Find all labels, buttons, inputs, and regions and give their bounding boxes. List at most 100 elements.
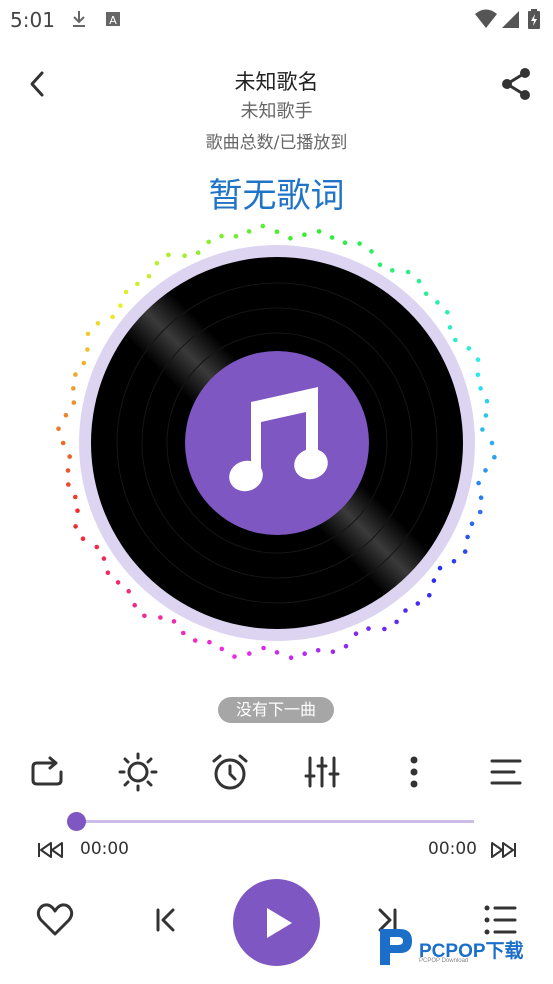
- signal-icon: [502, 11, 519, 28]
- visualizer-dot: [135, 281, 140, 287]
- repeat-icon: [31, 756, 63, 786]
- visualizer-dot: [123, 289, 129, 295]
- visualizer-dot: [357, 241, 362, 246]
- visualizer-dot: [451, 559, 457, 564]
- rewind-button[interactable]: [36, 840, 66, 860]
- heart-icon: [36, 903, 74, 936]
- visualizer-dot: [431, 578, 437, 583]
- visualizer-dot: [73, 372, 78, 377]
- visualizer-dot: [342, 240, 348, 245]
- visualizer-dot: [110, 314, 115, 320]
- previous-button[interactable]: [141, 895, 191, 945]
- battery-icon: [528, 9, 540, 29]
- progress-thumb[interactable]: [67, 812, 86, 831]
- visualizer-dot: [195, 250, 201, 255]
- visualizer-dot: [246, 229, 252, 234]
- visualizer-dot: [73, 494, 78, 500]
- visualizer-dot: [366, 626, 371, 631]
- menu-button[interactable]: [484, 750, 528, 794]
- visualizer-dot: [71, 400, 77, 405]
- visualizer-dot: [115, 580, 121, 585]
- visualizer-dot: [207, 639, 212, 645]
- play-icon: [266, 907, 292, 938]
- visualizer-dot: [274, 650, 280, 655]
- visualizer-dot: [66, 482, 71, 487]
- play-button[interactable]: [233, 879, 320, 966]
- more-button[interactable]: [392, 750, 436, 794]
- pcpop-logo: [380, 929, 412, 965]
- visualizer-dot: [382, 626, 387, 632]
- visualizer-dot: [233, 234, 239, 239]
- visualizer-dot: [288, 236, 293, 241]
- visualizer-dot: [154, 261, 160, 266]
- visualizer-dot: [75, 508, 80, 513]
- visualizer-dot: [219, 233, 224, 239]
- brightness-button[interactable]: [116, 750, 160, 794]
- visualizer-dot: [192, 638, 198, 643]
- visualizer-dot: [63, 412, 69, 418]
- visualizer-dot: [118, 303, 123, 308]
- visualizer-dot: [415, 601, 421, 606]
- wifi-icon: [475, 9, 497, 28]
- visualizer-dot: [465, 534, 470, 540]
- visualizer-dot: [182, 253, 187, 258]
- visualizer-dot: [394, 619, 399, 625]
- visualizer-dot: [206, 239, 211, 245]
- visualizer-dot: [260, 223, 266, 229]
- favorite-button[interactable]: [30, 895, 80, 945]
- visualizer-dot: [492, 454, 497, 460]
- progress-track[interactable]: [76, 820, 474, 823]
- visualizer-dot: [478, 495, 484, 501]
- visualizer-dot: [247, 651, 252, 656]
- playlist-icon: [484, 905, 517, 935]
- visualizer-dot: [369, 249, 374, 254]
- visualizer-dot: [219, 646, 225, 652]
- repeat-button[interactable]: [25, 750, 69, 794]
- visualizer-dot: [475, 372, 481, 378]
- visualizer-dot: [274, 229, 280, 234]
- album-art-circle: [185, 351, 369, 535]
- visualizer-dot: [416, 278, 422, 284]
- visualizer-dot: [484, 398, 490, 404]
- fast-forward-button[interactable]: [488, 840, 518, 860]
- visualizer-dot: [466, 346, 472, 351]
- visualizer-dot: [142, 613, 147, 619]
- visualizer-dot: [146, 273, 152, 279]
- album-disc[interactable]: [56, 222, 498, 664]
- visualizer-dot: [101, 556, 107, 561]
- visualizer-dot: [390, 268, 395, 273]
- visualizer-dot: [462, 549, 468, 554]
- visualizer-dot: [67, 454, 72, 459]
- visualizer-dot: [483, 413, 489, 418]
- visualizer-dot: [330, 649, 336, 654]
- visualizer-dot: [171, 619, 177, 624]
- visualizer-dot: [232, 654, 237, 659]
- visualizer-dot: [316, 229, 322, 234]
- visualizer-dot: [329, 235, 335, 240]
- visualizer-dot: [166, 252, 171, 258]
- fast-forward-icon: [491, 842, 516, 858]
- song-count-text: 歌曲总数/已播放到: [205, 133, 348, 153]
- lyrics-text[interactable]: 暂无歌词: [0, 168, 553, 217]
- watermark-subtitle: PCPOP Download: [419, 958, 469, 964]
- visualizer-dot: [56, 426, 61, 431]
- visualizer-dot: [437, 565, 443, 571]
- rewind-icon: [38, 842, 63, 858]
- svg-text:A: A: [109, 14, 117, 27]
- visualizer-dot: [377, 262, 383, 267]
- alarm-button[interactable]: [208, 750, 252, 794]
- equalizer-button[interactable]: [300, 750, 344, 794]
- visualizer-dot: [447, 325, 453, 330]
- visualizer-dot: [423, 291, 429, 297]
- download-icon: [73, 11, 85, 27]
- visualizer-dot: [94, 544, 100, 550]
- visualizer-dot: [475, 357, 481, 362]
- visualizer-dot: [427, 593, 432, 598]
- visualizer-dot: [132, 602, 137, 608]
- visualizer-dot: [65, 468, 71, 473]
- visualizer-dot: [480, 427, 485, 432]
- visualizer-dot: [158, 615, 163, 620]
- current-time: 00:00: [80, 839, 129, 859]
- visualizer-dot: [80, 536, 86, 541]
- status-time: 5:01: [10, 8, 55, 32]
